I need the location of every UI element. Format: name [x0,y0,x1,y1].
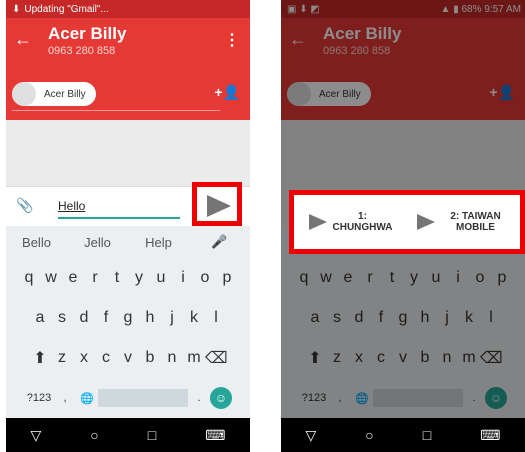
keyboard-nav-icon[interactable]: ⌨ [480,427,500,444]
key[interactable]: q [18,269,40,287]
key[interactable]: y [128,269,150,287]
symbols-key[interactable]: ?123 [24,392,54,404]
overflow-menu-icon[interactable]: ⋮ [224,30,240,50]
key[interactable]: z [51,349,73,367]
key-row-2: a s d f g h j k l [6,300,250,336]
sim1-button[interactable]: 1: CHUNGHWA [294,195,407,249]
key-row-4: ?123 , 🌐 . ☺ [6,380,250,416]
recents-nav-icon[interactable]: □ [148,427,156,443]
key[interactable]: e [62,269,84,287]
chip-label: Acer Billy [44,88,86,100]
key[interactable]: r [84,269,106,287]
contact-name: Acer Billy [48,24,127,43]
home-nav-icon[interactable]: ○ [90,427,98,443]
back-arrow-icon[interactable]: ← [14,30,32,48]
emoji-icon[interactable]: ☺ [210,387,232,409]
key[interactable]: n [161,349,183,367]
key[interactable]: i [172,269,194,287]
contact-phone: 0963 280 858 [48,45,116,57]
key[interactable]: t [106,269,128,287]
key[interactable]: u [150,269,172,287]
key[interactable]: p [216,269,238,287]
keyboard-nav-icon[interactable]: ⌨ [205,427,225,444]
key[interactable]: l [205,309,227,327]
backspace-icon[interactable]: ⌫ [205,348,228,368]
key-row-3: ⬆ z x c v b n m ⌫ [6,340,250,376]
recipient-chip[interactable]: Acer Billy [12,82,96,106]
keyboard: Bello Jello Help 🎤 q w e r t y u i o p a… [6,226,250,418]
mic-icon[interactable]: 🎤 [189,234,250,250]
attach-icon[interactable]: 📎 [16,197,33,214]
period-key[interactable]: . [188,392,210,404]
recents-nav-icon[interactable]: □ [423,427,431,443]
key[interactable]: d [73,309,95,327]
send-button[interactable] [192,182,242,226]
key[interactable]: b [139,349,161,367]
right-phone-screen: ▣ ⬇ ◩ ▲ ▮ 68% 9:57 AM ← Acer Billy 0963 … [281,0,525,452]
comma-key[interactable]: , [54,392,76,404]
key[interactable]: a [29,309,51,327]
status-text: Updating "Gmail"... [24,3,109,15]
key[interactable]: w [40,269,62,287]
app-bar: ← Acer Billy 0963 280 858 ⋮ [6,18,250,70]
suggestion-strip: Bello Jello Help 🎤 [6,226,250,258]
back-nav-icon[interactable]: ▽ [306,427,317,444]
add-person-icon[interactable]: +👤 [214,84,240,101]
home-nav-icon[interactable]: ○ [365,427,373,443]
suggestion-3[interactable]: Help [128,235,189,250]
input-underline [58,217,180,219]
shift-icon[interactable]: ⬆ [29,348,51,368]
send-icon [207,195,231,217]
key[interactable]: g [117,309,139,327]
key[interactable]: s [51,309,73,327]
sim1-label: 1: CHUNGHWA [332,211,393,233]
status-bar: ⬇ Updating "Gmail"... [6,0,250,18]
suggestion-1[interactable]: Bello [6,235,67,250]
nav-bar: ▽ ○ □ ⌨ [6,418,250,452]
sim2-label: 2: TAIWAN MOBILE [450,211,501,233]
key[interactable]: o [194,269,216,287]
key[interactable]: x [73,349,95,367]
send-icon [416,214,435,230]
suggestion-2[interactable]: Jello [67,235,128,250]
globe-icon[interactable]: 🌐 [76,392,98,405]
recipient-bar: Acer Billy +👤 [6,70,250,120]
space-bar[interactable] [98,389,188,407]
send-icon [308,214,327,230]
key[interactable]: j [161,309,183,327]
message-input[interactable]: Hello [58,199,85,213]
key[interactable]: h [139,309,161,327]
key[interactable]: f [95,309,117,327]
back-nav-icon[interactable]: ▽ [31,427,42,444]
sim-chooser-dialog: 1: CHUNGHWA 2: TAIWAN MOBILE [289,190,525,254]
key[interactable]: v [117,349,139,367]
key[interactable]: m [183,349,205,367]
sim2-button[interactable]: 2: TAIWAN MOBILE [407,195,520,249]
key[interactable]: k [183,309,205,327]
key-row-1: q w e r t y u i o p [6,260,250,296]
download-icon: ⬇ [12,3,21,15]
avatar [12,82,36,106]
key[interactable]: c [95,349,117,367]
left-phone-screen: ⬇ Updating "Gmail"... ← Acer Billy 0963 … [6,0,250,452]
nav-bar: ▽ ○ □ ⌨ [281,418,525,452]
recipient-underline [12,110,220,111]
